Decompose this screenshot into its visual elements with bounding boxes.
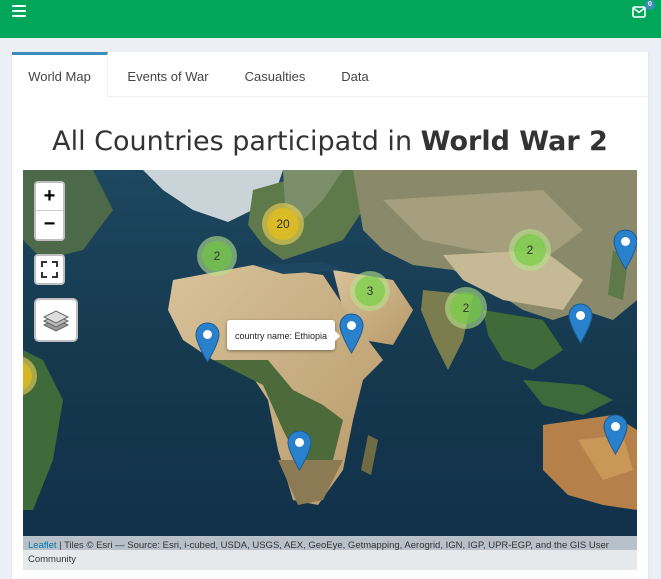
marker-cluster[interactable]: 2 [445, 287, 487, 329]
title-text: All Countries participatd in [52, 126, 421, 157]
cluster-count: 3 [355, 276, 385, 306]
map-pin-icon[interactable] [613, 229, 637, 270]
map-attribution: Leaflet | Tiles © Esri — Source: Esri, i… [23, 536, 637, 570]
fullscreen-icon [41, 261, 58, 278]
fullscreen-button[interactable] [34, 254, 65, 285]
notification-badge: 0 [645, 0, 655, 10]
map-pin-icon[interactable] [603, 414, 628, 455]
top-navbar: 0 [0, 0, 661, 38]
leaflet-link[interactable]: Leaflet [28, 540, 57, 551]
layers-button[interactable] [34, 298, 78, 342]
title-emphasis: World War 2 [420, 126, 608, 157]
cluster-count: 2 [514, 234, 546, 266]
cluster-count: 20 [267, 208, 299, 240]
tab-events-of-war[interactable]: Events of War [114, 52, 222, 97]
zoom-out-button[interactable]: − [36, 211, 63, 239]
marker-cluster[interactable]: 2 [509, 229, 551, 271]
attribution-text: | Tiles © Esri — Source: Esri, i-cubed, … [28, 540, 609, 565]
zoom-in-button[interactable]: + [36, 183, 63, 211]
marker-tooltip: country name: Ethiopia [227, 320, 341, 350]
envelope-icon[interactable] [632, 6, 646, 18]
marker-cluster[interactable]: 2 [197, 236, 237, 276]
cluster-count: 2 [202, 241, 232, 271]
marker-cluster[interactable]: 3 [350, 271, 390, 311]
hamburger-icon[interactable] [12, 5, 26, 19]
map-pin-icon[interactable] [568, 303, 593, 344]
zoom-control: + − [34, 181, 65, 241]
satellite-tiles [23, 170, 637, 570]
tab-world-map[interactable]: World Map [12, 52, 108, 97]
tab-bar: World Map Events of War Casualties Data [12, 52, 648, 97]
cluster-inner [23, 361, 32, 391]
map-pin-icon[interactable] [287, 430, 312, 471]
layers-icon [42, 310, 70, 332]
cluster-count: 2 [450, 292, 482, 324]
map-pin-icon[interactable] [195, 322, 220, 363]
tab-box: World Map Events of War Casualties Data … [12, 52, 648, 579]
tab-data[interactable]: Data [330, 52, 380, 97]
world-map[interactable]: + − 20 2 3 2 2 country name: Ethiopia Le… [23, 170, 637, 570]
tab-casualties[interactable]: Casualties [232, 52, 318, 97]
marker-cluster[interactable]: 20 [262, 203, 304, 245]
page-title: All Countries participatd in World War 2 [12, 126, 648, 157]
